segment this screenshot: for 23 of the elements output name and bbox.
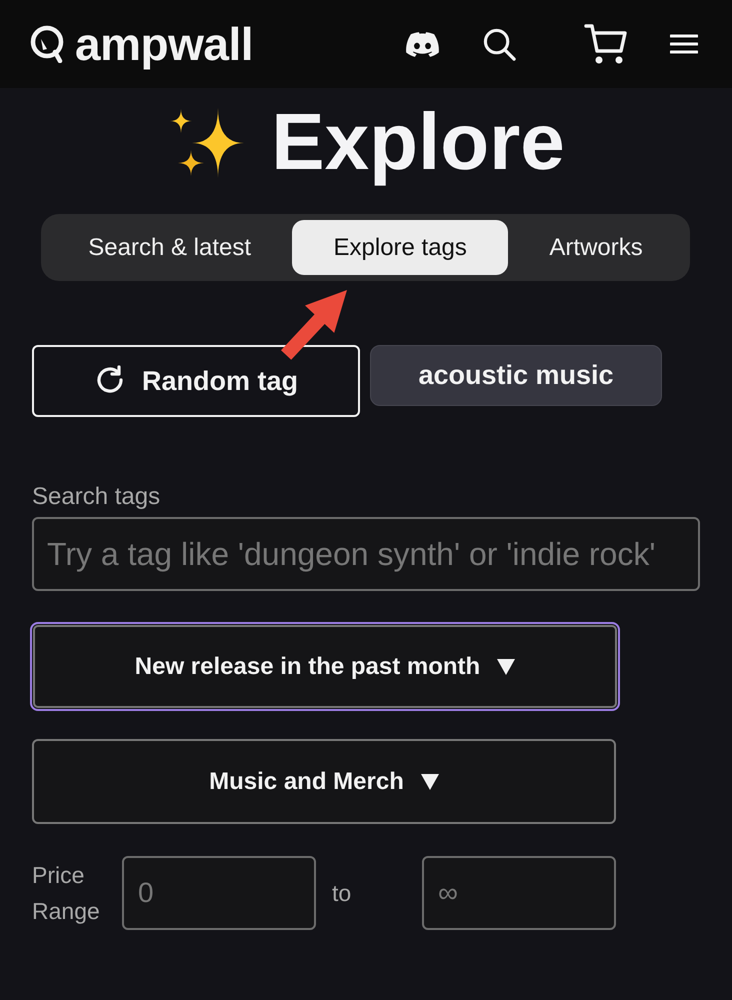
filter-dropdown[interactable]: New release in the past month (30, 622, 620, 711)
filter-dropdown[interactable]: Music and Merch (32, 739, 616, 824)
tag-search-field[interactable]: Try a tag like 'dungeon synth' or 'indie rock' (32, 517, 700, 591)
page-title: Explore (271, 96, 565, 188)
price-range-label: Price Range (32, 861, 101, 926)
logo-text[interactable]: ampwall (75, 19, 254, 69)
cart-icon[interactable] (584, 23, 628, 65)
tab[interactable]: Artworks (508, 220, 684, 275)
caret-icon (420, 774, 439, 790)
price-min-field[interactable]: 0 (122, 856, 316, 930)
knob-logo-icon (30, 25, 66, 63)
tab[interactable]: Search & latest (47, 220, 292, 275)
random-tag-button[interactable]: Random tag (32, 345, 360, 417)
tab[interactable]: Explore tags (292, 220, 508, 275)
tag-chip[interactable]: acoustic music (370, 345, 662, 406)
caret-icon (497, 658, 516, 674)
menu-icon[interactable] (670, 34, 698, 54)
search-tags-label: Search tags (32, 483, 160, 511)
search-icon[interactable] (483, 28, 516, 60)
range-separator-text: to (332, 880, 352, 906)
controller-face-icon[interactable] (405, 30, 440, 58)
annotation-arrow (280, 289, 348, 361)
price-max-field[interactable]: ∞ (422, 856, 616, 930)
